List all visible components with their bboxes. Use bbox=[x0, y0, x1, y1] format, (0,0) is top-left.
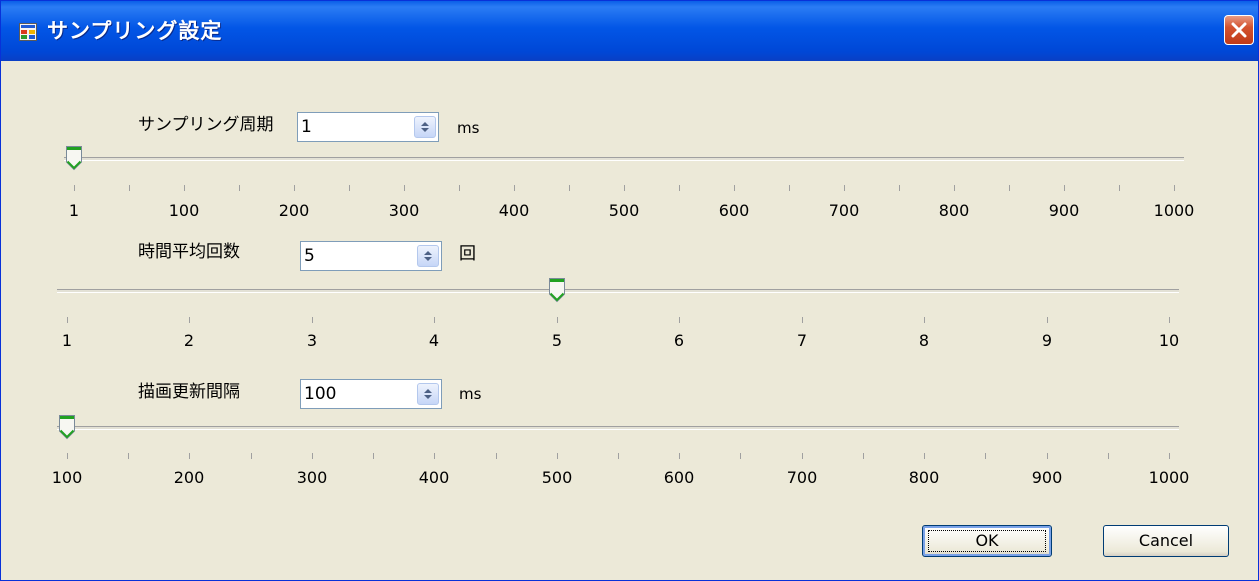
slider-tick-label: 800 bbox=[908, 468, 940, 487]
slider-tick bbox=[67, 453, 68, 459]
slider-tick-label: 600 bbox=[663, 468, 695, 487]
slider-tick-label: 100 bbox=[51, 468, 83, 487]
slider-tick-label: 700 bbox=[786, 468, 818, 487]
slider-tick-label: 1000 bbox=[1148, 468, 1190, 487]
dialog-body: サンプリング周期 1 ms 1 100 200 300 400 500 600 700 800 9… bbox=[4, 61, 1255, 577]
slider-tick bbox=[373, 453, 374, 459]
close-button[interactable] bbox=[1224, 15, 1254, 45]
slider-tick bbox=[679, 453, 680, 459]
slider-tick bbox=[985, 453, 986, 459]
slider-tick bbox=[251, 453, 252, 459]
slider-tick bbox=[1108, 453, 1109, 459]
draw-interval-slider-track[interactable] bbox=[57, 426, 1179, 430]
slider-tick-label: 400 bbox=[418, 468, 450, 487]
slider-tick bbox=[863, 453, 864, 459]
draw-interval-slider[interactable]: 100 200 300 400 500 600 700 800 900 1000 bbox=[4, 61, 1255, 487]
window-title: サンプリング設定 bbox=[47, 19, 223, 43]
slider-tick bbox=[312, 453, 313, 459]
slider-tick bbox=[1169, 453, 1170, 459]
slider-tick bbox=[496, 453, 497, 459]
focus-rectangle bbox=[928, 530, 1046, 552]
ok-button[interactable]: OK bbox=[922, 525, 1052, 557]
slider-tick bbox=[1047, 453, 1048, 459]
slider-tick bbox=[128, 453, 129, 459]
slider-tick-label: 900 bbox=[1031, 468, 1063, 487]
slider-tick bbox=[618, 453, 619, 459]
slider-tick bbox=[924, 453, 925, 459]
dialog-window: サンプリング設定 サンプリング周期 1 ms 1 100 200 300 400 500 6… bbox=[0, 0, 1259, 581]
title-bar[interactable]: サンプリング設定 bbox=[1, 1, 1258, 61]
cancel-button-label: Cancel bbox=[1138, 531, 1194, 550]
cancel-button[interactable]: Cancel bbox=[1103, 525, 1229, 557]
slider-tick-label: 300 bbox=[296, 468, 328, 487]
close-icon bbox=[1231, 22, 1247, 38]
slider-tick bbox=[740, 453, 741, 459]
slider-tick bbox=[802, 453, 803, 459]
slider-tick bbox=[557, 453, 558, 459]
slider-tick bbox=[434, 453, 435, 459]
slider-thumb-icon[interactable] bbox=[58, 414, 76, 440]
app-window-icon bbox=[19, 23, 37, 41]
slider-tick bbox=[189, 453, 190, 459]
slider-tick-label: 200 bbox=[173, 468, 205, 487]
slider-tick-label: 500 bbox=[541, 468, 573, 487]
